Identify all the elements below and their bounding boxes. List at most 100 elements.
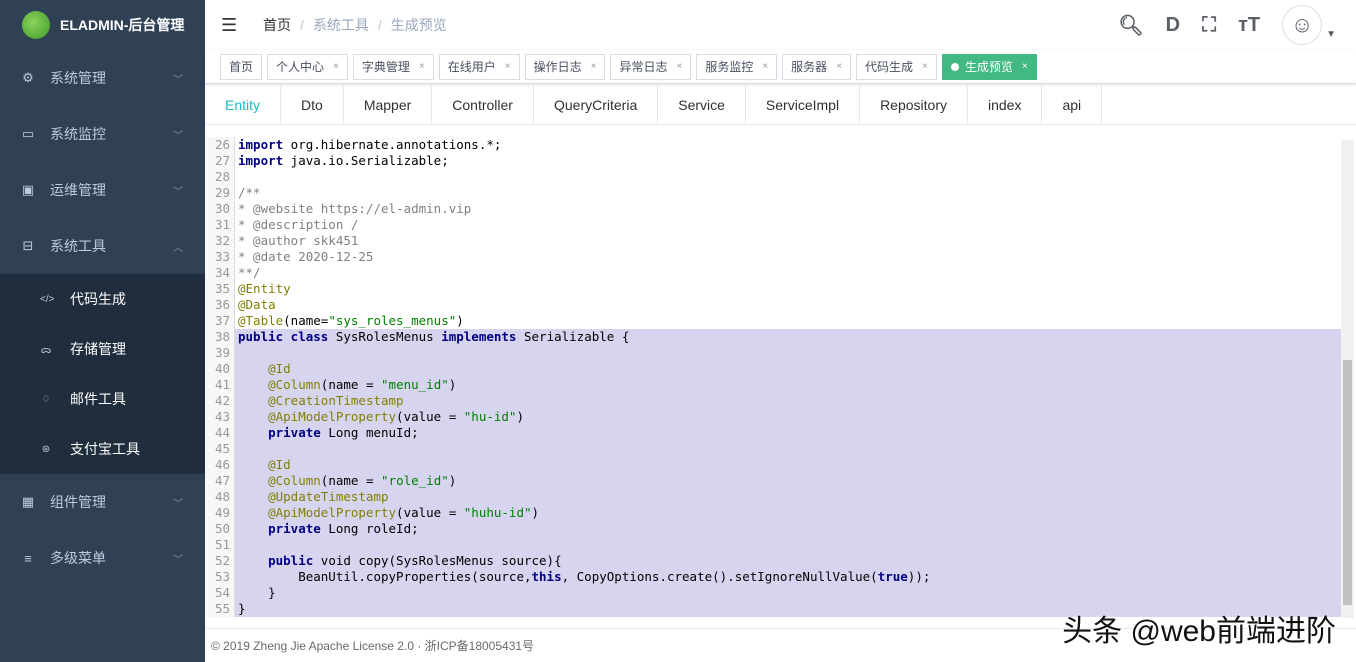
line-number: 31 — [205, 217, 235, 233]
watermark: 头条 @web前端进阶 — [1062, 615, 1336, 648]
code-line: 48 @UpdateTimestamp — [205, 489, 1346, 505]
code-token: org.hibernate.annotations.*; — [283, 137, 502, 152]
sidebar-subitem-0[interactable]: </> 代码生成 — [0, 274, 205, 324]
tag-4[interactable]: 操作日志 × — [524, 53, 606, 80]
tag-2[interactable]: 字典管理 × — [352, 53, 434, 80]
tag-6[interactable]: 服务监控 × — [696, 53, 778, 80]
code-token: } — [238, 585, 276, 600]
sidebar-item-0[interactable]: ▦ 组件管理 ﹀ — [0, 474, 205, 530]
line-number: 34 — [205, 265, 235, 281]
sidebar-item-label: 系统工具 — [50, 238, 106, 254]
tag-3[interactable]: 在线用户 × — [438, 53, 520, 80]
tag-1[interactable]: 个人中心 × — [267, 53, 348, 80]
sidebar-subitem-2[interactable]: ♢ 邮件工具 — [0, 374, 205, 424]
code-token: (name = — [320, 377, 382, 392]
tab-controller[interactable]: Controller — [432, 84, 534, 125]
tab-serviceimpl[interactable]: ServiceImpl — [746, 84, 861, 125]
tag-label: 服务监控 — [705, 60, 754, 74]
code-token: BeanUtil.copyProperties(source, — [238, 569, 532, 584]
code-text: public class SysRolesMenus implements Se… — [235, 329, 1346, 345]
code-text: * @date 2020-12-25 — [235, 249, 1346, 265]
tab-index[interactable]: index — [968, 84, 1043, 125]
tab-repository[interactable]: Repository — [860, 84, 968, 125]
tag-label: 在线用户 — [447, 60, 496, 74]
sidebar-subitem-label: 存储管理 — [70, 341, 126, 357]
sidebar-item-1[interactable]: ▭ 系统监控 ﹀ — [0, 106, 205, 162]
code-token: @Column — [268, 473, 321, 488]
tag-9[interactable]: 生成预览 × — [941, 53, 1037, 80]
code-line: 47 @Column(name = "role_id") — [205, 473, 1346, 489]
code-line: 27 import java.io.Serializable; — [205, 153, 1346, 169]
tools-icon: ⊟ — [22, 238, 34, 253]
sidebar-subitem-label: 邮件工具 — [70, 391, 126, 407]
fullscreen-icon[interactable]: ⛶ — [1202, 14, 1216, 37]
breadcrumb-home[interactable]: 首页 — [263, 17, 291, 33]
list-icon: ≡ — [24, 550, 32, 566]
line-number: 33 — [205, 249, 235, 265]
scrollbar-thumb[interactable] — [1343, 360, 1352, 605]
code-line: 39 — [205, 345, 1346, 361]
hamburger-icon[interactable]: ☰ — [221, 15, 239, 36]
caret-down-icon[interactable]: ▼ — [1326, 29, 1336, 40]
breadcrumb-tools: 系统工具 — [312, 17, 369, 33]
code-token: @Id — [268, 361, 291, 376]
code-line: 42 @CreationTimestamp — [205, 393, 1346, 409]
close-icon[interactable]: × — [676, 61, 682, 72]
code-token: Long roleId; — [320, 521, 419, 536]
tag-0[interactable]: 首页 — [220, 53, 263, 80]
code-token: (name= — [283, 313, 329, 328]
line-number: 29 — [205, 185, 235, 201]
code-viewer[interactable]: 26 import org.hibernate.annotations.*; 27 i… — [205, 137, 1346, 620]
tab-querycriteria[interactable]: QueryCriteria — [534, 84, 659, 125]
code-token: Serializable { — [516, 329, 630, 344]
sidebar-item-2[interactable]: ▣ 运维管理 ﹀ — [0, 162, 205, 218]
tag-8[interactable]: 代码生成 × — [856, 53, 937, 80]
avatar[interactable]: ☺ — [1282, 5, 1323, 45]
code-token: SysRolesMenus — [328, 329, 442, 344]
code-token: import — [238, 153, 284, 168]
sidebar-item-0[interactable]: ⚙ 系统管理 ﹀ — [0, 50, 205, 106]
tab-mapper[interactable]: Mapper — [344, 84, 433, 125]
sidebar-subitem-3[interactable]: ⊛ 支付宝工具 — [0, 424, 205, 474]
code-text: private Long menuId; — [235, 425, 1346, 441]
code-token: "huhu-id" — [463, 505, 532, 520]
close-icon[interactable]: × — [762, 61, 768, 72]
font-size-icon[interactable]: ᴛT — [1238, 14, 1260, 37]
code-token: @ApiModelProperty — [268, 409, 397, 424]
code-token: )); — [907, 569, 931, 584]
code-token: (value = — [396, 505, 464, 520]
close-icon[interactable]: × — [591, 61, 597, 72]
code-token: ) — [531, 505, 540, 520]
tab-service[interactable]: Service — [658, 84, 746, 125]
code-text: import org.hibernate.annotations.*; — [235, 137, 1346, 153]
close-icon[interactable]: × — [836, 61, 842, 72]
close-icon[interactable]: × — [922, 61, 928, 72]
search-icon[interactable]: 🔍︎ — [1118, 13, 1143, 38]
code-line: 46 @Id — [205, 457, 1346, 473]
sidebar-item-3[interactable]: ⊟ 系统工具 ︿ — [0, 218, 205, 274]
code-line: 29/** — [205, 185, 1346, 201]
tab-dto[interactable]: Dto — [281, 84, 344, 125]
tag-5[interactable]: 异常日志 × — [610, 53, 692, 80]
tab-entity[interactable]: Entity — [205, 84, 282, 125]
sidebar-item-1[interactable]: ≡ 多级菜单 ﹀ — [0, 530, 205, 586]
code-text: @Column(name = "menu_id") — [235, 377, 1346, 393]
line-number: 39 — [205, 345, 235, 361]
tab-api[interactable]: api — [1042, 84, 1103, 125]
close-icon[interactable]: × — [1022, 61, 1028, 72]
code-text: @Table(name="sys_roles_menus") — [235, 313, 1346, 329]
doc-icon[interactable]: D — [1166, 14, 1180, 37]
line-number: 41 — [205, 377, 235, 393]
logo[interactable]: ELADMIN-后台管理 — [0, 0, 205, 50]
sidebar-subitem-1[interactable]: ᯅ 存储管理 — [0, 324, 205, 374]
tag-7[interactable]: 服务器 × — [782, 53, 852, 80]
chevron-icon: ﹀ — [173, 186, 183, 198]
tag-label: 操作日志 — [533, 60, 582, 74]
scrollbar[interactable] — [1341, 140, 1354, 618]
close-icon[interactable]: × — [333, 61, 339, 72]
close-icon[interactable]: × — [505, 61, 511, 72]
close-icon[interactable]: × — [419, 61, 425, 72]
